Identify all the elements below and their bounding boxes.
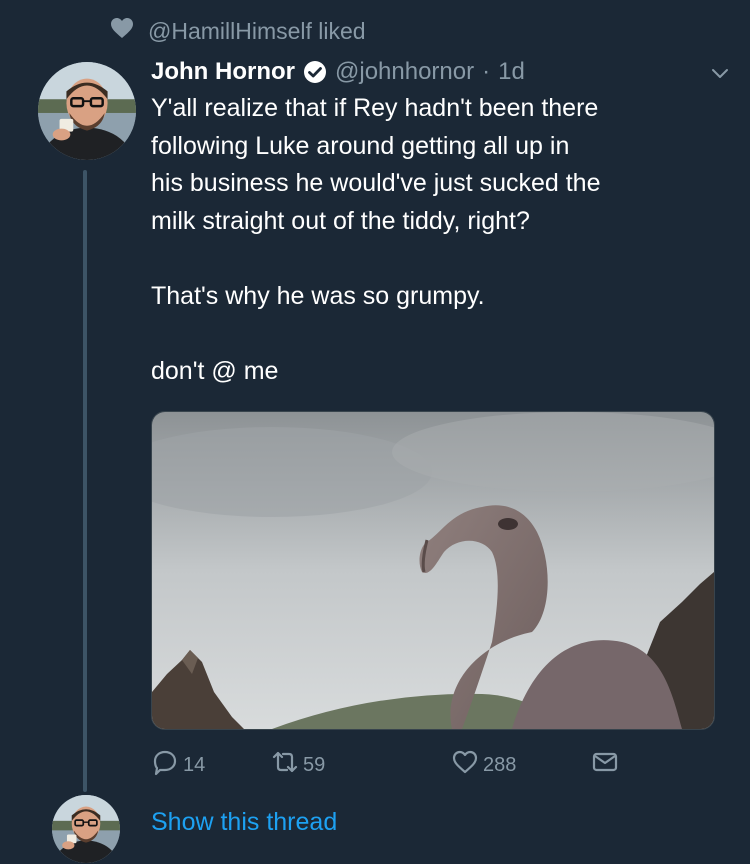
social-context-label: @HamillHimself liked: [148, 17, 366, 44]
retweet-icon: [271, 748, 299, 782]
like-count: 288: [483, 753, 517, 776]
author-handle[interactable]: @johnhornor: [335, 58, 474, 86]
separator-dot: ·: [482, 58, 491, 85]
heart-icon: [110, 17, 134, 45]
reply-icon: [151, 748, 179, 782]
tweet-text-line: his business he would've just sucked the: [151, 169, 601, 197]
tweet-timestamp[interactable]: 1d: [498, 58, 525, 86]
heart-outline-icon: [451, 748, 479, 782]
reply-count: 14: [183, 753, 206, 776]
thread-avatar[interactable]: [52, 795, 120, 863]
like-button[interactable]: 288: [451, 748, 516, 782]
author-name[interactable]: John Hornor: [151, 58, 295, 86]
direct-message-button[interactable]: [591, 748, 619, 782]
retweet-count: 59: [303, 753, 326, 776]
social-context: @HamillHimself liked: [110, 14, 366, 48]
avatar[interactable]: [38, 62, 136, 160]
tweet-text: Y'all realize that if Rey hadn't been th…: [151, 90, 736, 390]
tweet-text-line: milk straight out of the tiddy, right?: [151, 206, 530, 235]
chevron-down-icon[interactable]: [709, 62, 731, 84]
tweet-text-line: That's why he was so grumpy.: [151, 281, 485, 310]
retweet-button[interactable]: 59: [271, 748, 325, 782]
tweet-image[interactable]: [151, 411, 715, 730]
verified-badge-icon: [303, 60, 327, 84]
tweet-text-line: following Luke around getting all up in: [151, 131, 570, 160]
tweet-text-line: don't @ me: [151, 356, 279, 385]
envelope-icon: [591, 748, 619, 782]
show-thread-link[interactable]: Show this thread: [151, 808, 337, 837]
reply-button[interactable]: 14: [151, 748, 205, 782]
tweet-text-line: Y'all realize that if Rey hadn't been th…: [151, 94, 599, 122]
tweet-header: John Hornor @johnhornor · 1d: [151, 54, 731, 90]
tweet-actions: 14 59 288: [151, 748, 711, 782]
thread-line: [83, 170, 87, 792]
